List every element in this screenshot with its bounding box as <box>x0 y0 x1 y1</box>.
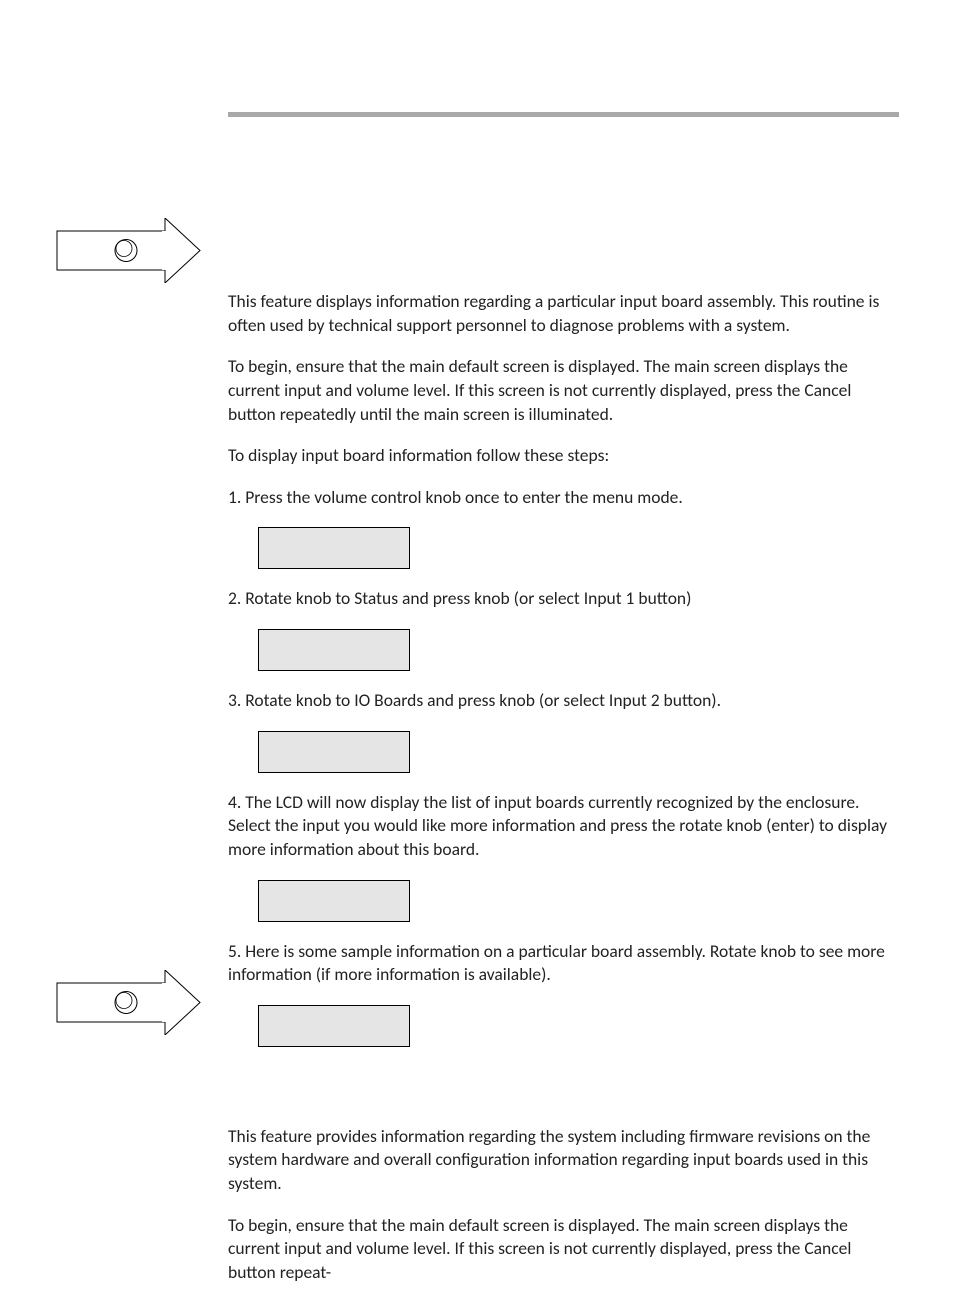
paragraph: To begin, ensure that the main default s… <box>228 355 899 426</box>
lcd-placeholder <box>258 527 410 569</box>
paragraph: To begin, ensure that the main default s… <box>228 1214 899 1285</box>
lcd-placeholder <box>258 880 410 922</box>
step-text: 4. The LCD will now display the list of … <box>228 791 899 862</box>
paragraph: This feature provides information regard… <box>228 1125 899 1196</box>
body-text: This feature displays information regard… <box>228 290 899 1303</box>
arrow-dial-icon <box>56 970 201 1035</box>
step-text: 5. Here is some sample information on a … <box>228 940 899 987</box>
paragraph: To display input board information follo… <box>228 444 899 468</box>
lcd-placeholder <box>258 1005 410 1047</box>
lcd-placeholder <box>258 629 410 671</box>
paragraph: This feature displays information regard… <box>228 290 899 337</box>
step-text: 3. Rotate knob to IO Boards and press kn… <box>228 689 899 713</box>
step-text: 1. Press the volume control knob once to… <box>228 486 899 510</box>
callout-arrow-dial-1 <box>56 218 201 283</box>
document-page: This feature displays information regard… <box>0 0 954 1235</box>
lcd-placeholder <box>258 731 410 773</box>
arrow-dial-icon <box>56 218 201 283</box>
callout-arrow-dial-2 <box>56 970 201 1035</box>
step-text: 2. Rotate knob to Status and press knob … <box>228 587 899 611</box>
header-rule <box>228 112 899 117</box>
